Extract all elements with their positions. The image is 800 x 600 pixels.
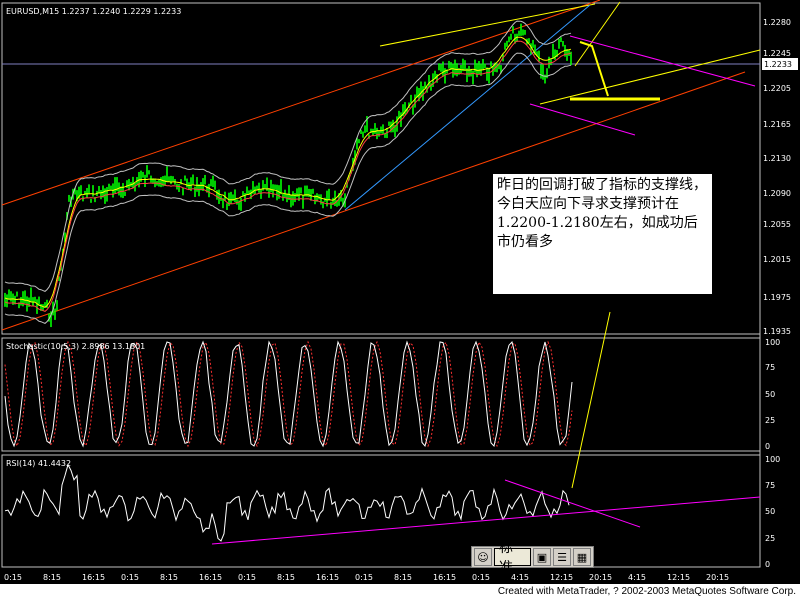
time-axis-label: 16:15: [82, 573, 105, 582]
time-axis-label: 12:15: [667, 573, 690, 582]
stochastic-layer: [4, 340, 573, 448]
time-axis-label: 0:15: [472, 573, 490, 582]
price-axis-label: 1.2015: [763, 255, 791, 264]
rsi-axis: 100 75 50 25 0: [765, 455, 780, 569]
time-axis-label: 0:15: [4, 573, 22, 582]
toolbar-button-1[interactable]: ▣: [533, 548, 551, 566]
price-axis-label: 1.2165: [763, 120, 791, 129]
toolbar-button-3[interactable]: ▦: [573, 548, 591, 566]
time-axis-label: 20:15: [589, 573, 612, 582]
analysis-annotation: 昨日的回调打破了指标的支撑线，今白天应向下寻求支撑预计在1.2200-1.218…: [493, 174, 712, 294]
stochastic-signal-line: [4, 340, 573, 448]
time-axis-label: 8:15: [394, 573, 412, 582]
time-axis-label: 16:15: [433, 573, 456, 582]
stochastic-scale-label: 100: [765, 338, 780, 347]
time-axis: 0:15 8:15 16:15 0:15 8:15 16:15 0:15 8:15 16:15 0…: [4, 573, 729, 582]
rsi-scale-label: 75: [765, 481, 775, 490]
moving-average-red: [4, 40, 572, 312]
price-axis-label: 1.1935: [763, 327, 791, 336]
bollinger-lower: [4, 52, 572, 324]
time-axis-label: 20:15: [706, 573, 729, 582]
time-axis-label: 12:15: [550, 573, 573, 582]
symbol-label: EURUSD,M15 1.2237 1.2240 1.2229 1.2233: [6, 7, 181, 16]
footer-credit: Created with MetaTrader, ? 2002-2003 Met…: [497, 586, 796, 597]
bollinger-upper: [4, 20, 572, 292]
time-axis-label: 0:15: [355, 573, 373, 582]
time-axis-label: 0:15: [121, 573, 139, 582]
stochastic-scale-label: 25: [765, 416, 775, 425]
price-axis-label: 1.1975: [763, 293, 791, 302]
stochastic-main-line: [4, 340, 573, 448]
toolbar-icon-button[interactable]: ☺: [474, 548, 492, 566]
time-axis-label: 8:15: [160, 573, 178, 582]
moving-average-line: [4, 36, 572, 308]
time-axis-label: 4:15: [628, 573, 646, 582]
stochastic-scale-label: 75: [765, 363, 775, 372]
drawing-toolbar[interactable]: ☺ 标准 ▣ ☰ ▦: [471, 540, 594, 576]
stochastic-axis: 100 75 50 25 0: [765, 338, 780, 451]
chart-window[interactable]: EURUSD,M15 1.2237 1.2240 1.2229 1.2233 S…: [0, 0, 800, 600]
toolbar-standard-button[interactable]: 标准: [494, 540, 531, 576]
time-axis-label: 16:15: [199, 573, 222, 582]
rsi-scale-label: 25: [765, 534, 775, 543]
rsi-panel-border: [1, 454, 761, 568]
yellow-trend-upper: [379, 3, 596, 47]
time-axis-label: 16:15: [316, 573, 339, 582]
rsi-layer: [4, 463, 761, 545]
time-axis-label: 0:15: [238, 573, 256, 582]
price-axis-label: 1.2055: [763, 220, 791, 229]
price-axis-label: 1.2245: [763, 49, 791, 58]
price-axis-label: 1.2090: [763, 189, 791, 198]
rsi-scale-label: 50: [765, 507, 775, 516]
stochastic-scale-label: 50: [765, 390, 775, 399]
rsi-scale-label: 100: [765, 455, 780, 464]
rsi-support-trendline: [211, 496, 761, 545]
price-axis-label: 1.2205: [763, 84, 791, 93]
footer-bar: Created with MetaTrader, ? 2002-2003 Met…: [0, 584, 800, 600]
rsi-scale-label: 0: [765, 560, 770, 569]
current-price-value: 1.2233: [764, 60, 792, 69]
time-axis-label: 8:15: [277, 573, 295, 582]
rsi-label: RSI(14) 41.4432: [6, 459, 71, 468]
toolbar-button-2[interactable]: ☰: [553, 548, 571, 566]
rsi-line: [4, 463, 570, 542]
time-axis-label: 8:15: [43, 573, 61, 582]
stochastic-label: Stochastic(10,5,3) 2.8986 13.1801: [6, 342, 145, 351]
magenta-support: [529, 103, 636, 136]
price-axis-label: 1.2130: [763, 154, 791, 163]
stochastic-scale-label: 0: [765, 442, 770, 451]
price-axis-label: 1.2280: [763, 18, 791, 27]
